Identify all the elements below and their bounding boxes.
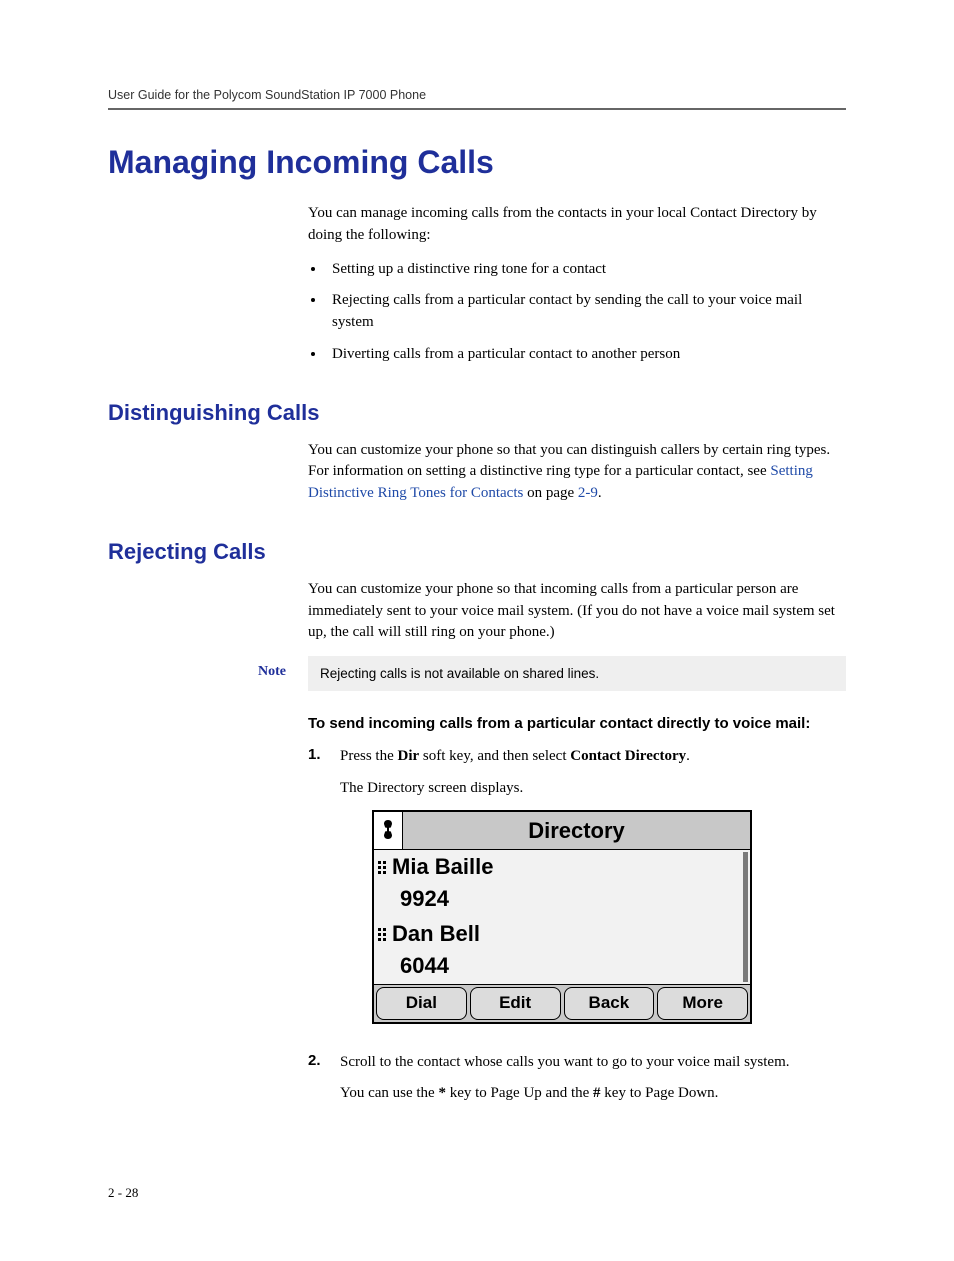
step: 2. Scroll to the contact whose calls you… bbox=[308, 1052, 846, 1116]
bullet-item: Rejecting calls from a particular contac… bbox=[326, 290, 846, 334]
section-heading-rejecting: Rejecting Calls bbox=[108, 539, 846, 565]
list-item: Dan Bell 6044 bbox=[374, 917, 742, 984]
handset-icon bbox=[374, 812, 403, 851]
softkey-row: Dial Edit Back More bbox=[374, 984, 750, 1022]
softkey-back: Back bbox=[564, 987, 655, 1020]
bold-text: Contact Directory bbox=[570, 748, 686, 764]
text-fragment: key to Page Down. bbox=[601, 1085, 719, 1101]
softkey-edit: Edit bbox=[470, 987, 561, 1020]
bold-text: Dir bbox=[398, 748, 420, 764]
grip-icon bbox=[378, 861, 386, 874]
screen-list: Mia Baille 9924 Dan Bell 6044 bbox=[374, 850, 750, 984]
bold-text: # bbox=[593, 1085, 601, 1101]
page-title: Managing Incoming Calls bbox=[108, 144, 846, 181]
text-fragment: Press the bbox=[340, 748, 398, 764]
intro-bullets: Setting up a distinctive ring tone for a… bbox=[308, 259, 846, 366]
section-heading-distinguishing: Distinguishing Calls bbox=[108, 400, 846, 426]
step-line: Scroll to the contact whose calls you wa… bbox=[340, 1052, 846, 1074]
screen-title: Directory bbox=[403, 812, 750, 851]
bullet-item: Diverting calls from a particular contac… bbox=[326, 344, 846, 366]
step-body: Press the Dir soft key, and then select … bbox=[340, 746, 846, 1042]
contact-number: 9924 bbox=[378, 883, 738, 915]
list-item: Mia Baille 9924 bbox=[374, 850, 742, 917]
intro-paragraph: You can manage incoming calls from the c… bbox=[308, 203, 846, 247]
step: 1. Press the Dir soft key, and then sele… bbox=[308, 746, 846, 1042]
contact-name: Dan Bell bbox=[392, 918, 480, 950]
step-followup: The Directory screen displays. bbox=[340, 778, 846, 800]
contact-name: Mia Baille bbox=[392, 851, 493, 883]
text-fragment: . bbox=[598, 485, 602, 501]
directory-screenshot: Directory Mia Baille 9924 bbox=[372, 810, 752, 1024]
step-line: You can use the * key to Page Up and the… bbox=[340, 1083, 846, 1105]
softkey-dial: Dial bbox=[376, 987, 467, 1020]
rejecting-paragraph: You can customize your phone so that inc… bbox=[308, 579, 846, 644]
step-number: 2. bbox=[308, 1052, 340, 1116]
bold-text: * bbox=[438, 1085, 446, 1101]
step-body: Scroll to the contact whose calls you wa… bbox=[340, 1052, 846, 1116]
page-number: 2 - 28 bbox=[108, 1185, 846, 1201]
distinguishing-paragraph: You can customize your phone so that you… bbox=[308, 440, 846, 505]
text-fragment: You can customize your phone so that you… bbox=[308, 442, 830, 480]
step-number: 1. bbox=[308, 746, 340, 1042]
note-text: Rejecting calls is not available on shar… bbox=[308, 656, 846, 691]
bullet-item: Setting up a distinctive ring tone for a… bbox=[326, 259, 846, 281]
grip-icon bbox=[378, 928, 386, 941]
note-block: Note Rejecting calls is not available on… bbox=[108, 656, 846, 691]
text-fragment: . bbox=[686, 748, 690, 764]
softkey-more: More bbox=[657, 987, 748, 1020]
text-fragment: soft key, and then select bbox=[419, 748, 570, 764]
procedure-title: To send incoming calls from a particular… bbox=[308, 715, 846, 732]
contact-number: 6044 bbox=[378, 950, 738, 982]
text-fragment: You can use the bbox=[340, 1085, 438, 1101]
text-fragment: key to Page Up and the bbox=[446, 1085, 593, 1101]
running-header: User Guide for the Polycom SoundStation … bbox=[108, 88, 846, 110]
xref-page[interactable]: 2-9 bbox=[578, 485, 598, 501]
text-fragment: on page bbox=[523, 485, 578, 501]
scrollbar bbox=[743, 852, 748, 982]
note-label: Note bbox=[108, 664, 308, 680]
